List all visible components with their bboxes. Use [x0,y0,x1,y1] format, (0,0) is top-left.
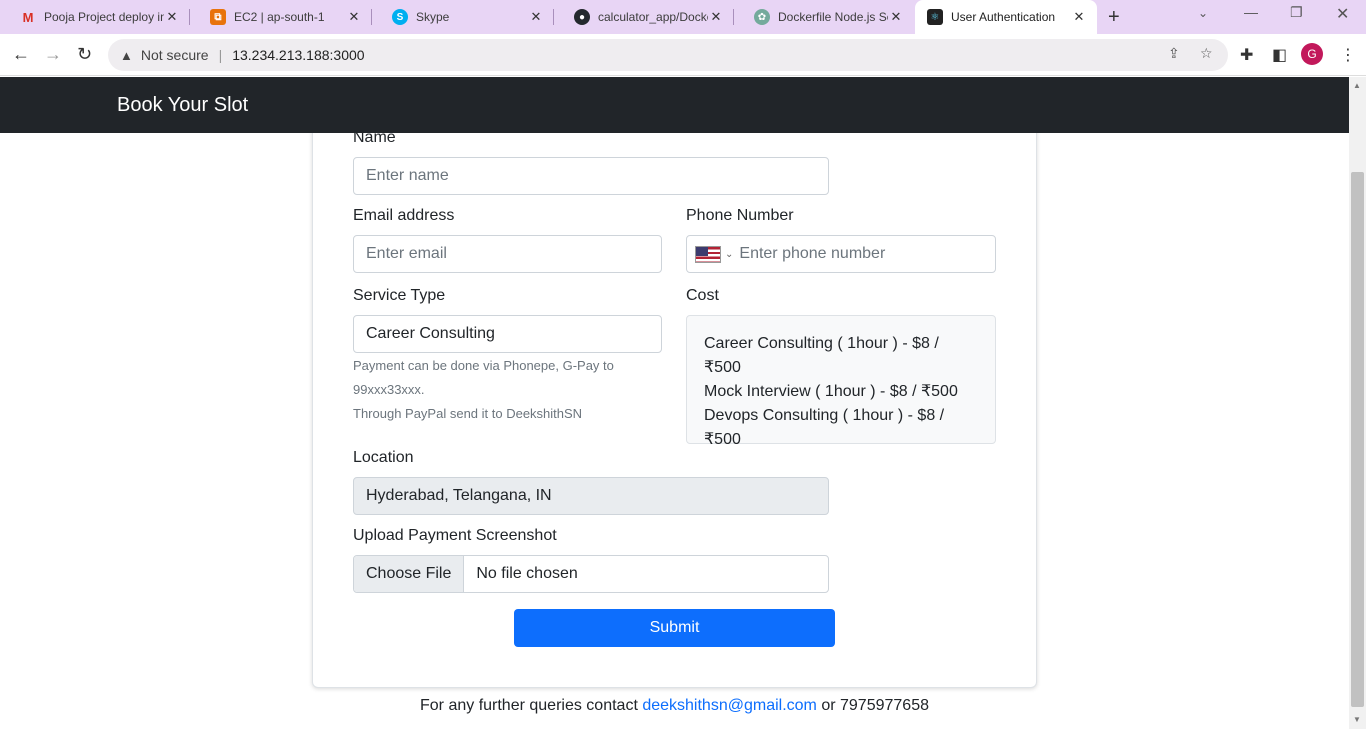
scrollbar-thumb[interactable] [1351,172,1364,707]
tab-title: calculator_app/Docker [598,10,708,24]
scroll-up-icon[interactable]: ▲ [1353,81,1361,90]
browser-tab-strip: M Pooja Project deploy in ✕ ⧉ EC2 | ap-s… [0,0,1366,34]
tab-title: User Authentication [951,10,1056,24]
close-tab-icon[interactable]: ✕ [346,9,362,25]
cost-line: Career Consulting ( 1hour ) - $8 / ₹500 [704,335,939,376]
new-tab-icon[interactable]: + [1108,6,1120,29]
browser-tab[interactable]: ✿ Dockerfile Node.js Set ✕ [734,0,914,34]
github-icon: ● [574,9,590,25]
upload-label: Upload Payment Screenshot [353,527,557,544]
payment-help-line: Through PayPal send it to DeekshithSN [353,406,583,421]
cost-info-box: Career Consulting ( 1hour ) - $8 / ₹500 … [686,315,996,448]
us-flag-icon[interactable] [695,245,721,263]
skype-icon: S [392,9,408,25]
phone-label: Phone Number [686,207,794,224]
navbar: Book Your Slot [0,77,1349,133]
name-input[interactable]: Enter name [353,157,829,195]
name-placeholder: Enter name [366,167,449,184]
location-value: Hyderabad, Telangana, IN [366,487,552,504]
name-label: Name [353,129,396,146]
warning-icon[interactable]: ▲ [120,48,133,63]
bookmark-star-icon[interactable]: ☆ [1200,45,1213,62]
footer-contact: For any further queries contact deekshit… [0,697,1349,715]
phone-input[interactable]: ⌄ Enter phone number [686,235,996,273]
close-tab-icon[interactable]: ✕ [1071,9,1087,25]
tab-title: Pooja Project deploy in [44,10,164,24]
service-type-value: Career Consulting [366,325,495,342]
chatgpt-icon: ✿ [754,9,770,25]
security-status[interactable]: Not secure [141,47,209,63]
payment-help-line: 99xxx33xxx. [353,382,425,397]
browser-tab[interactable]: M Pooja Project deploy in ✕ [0,0,190,34]
scroll-down-icon[interactable]: ▼ [1353,715,1361,724]
gmail-icon: M [22,9,34,25]
share-icon[interactable]: ⇪ [1168,45,1180,62]
profile-avatar[interactable]: G [1301,43,1323,65]
service-type-label: Service Type [353,287,446,304]
service-type-select[interactable]: Career Consulting [353,315,662,353]
browser-tab[interactable]: S Skype ✕ [372,0,554,34]
tab-title: Skype [416,10,450,24]
close-tab-icon[interactable]: ✕ [888,9,904,25]
email-label: Email address [353,207,455,224]
cost-line: Devops Consulting ( 1hour ) - $8 / [704,407,945,424]
navbar-brand[interactable]: Book Your Slot [117,94,248,117]
payment-help-line: Payment can be done via Phonepe, G-Pay t… [353,358,614,373]
forward-icon[interactable]: → [44,44,62,65]
close-tab-icon[interactable]: ✕ [708,9,724,25]
cost-line: Mock Interview ( 1hour ) - $8 / ₹500 [704,383,958,400]
location-label: Location [353,449,414,466]
close-tab-icon[interactable]: ✕ [164,9,180,25]
location-input: Hyderabad, Telangana, IN [353,477,829,515]
menu-icon[interactable]: ⋮ [1340,45,1356,65]
cost-label: Cost [686,287,719,304]
reload-icon[interactable]: ↻ [77,44,92,65]
page-scrollbar[interactable]: ▲ ▼ [1349,77,1366,729]
close-tab-icon[interactable]: ✕ [528,9,544,25]
close-window-icon[interactable]: ✕ [1336,4,1349,24]
extensions-icon[interactable]: ✚ [1240,45,1253,65]
tab-title: Dockerfile Node.js Set [778,10,888,24]
browser-tab[interactable]: ● calculator_app/Docker ✕ [554,0,734,34]
footer-prefix: For any further queries contact [420,697,643,714]
contact-phone: 7975977658 [840,697,929,714]
cost-line: ₹500 [704,431,741,448]
restore-icon[interactable]: ❐ [1290,4,1303,21]
country-dropdown-chevron-icon[interactable]: ⌄ [725,249,733,260]
submit-button[interactable]: Submit [514,609,835,647]
choose-file-button[interactable]: Choose File [354,556,465,592]
minimize-icon[interactable]: — [1244,4,1258,20]
file-status-text: No file chosen [476,565,578,582]
footer-middle: or [816,697,840,714]
react-icon: ⚛ [927,9,943,25]
tab-search-icon[interactable]: ⌄ [1198,6,1208,20]
aws-icon: ⧉ [210,9,226,25]
url-text[interactable]: 13.234.213.188:3000 [232,47,364,63]
back-icon[interactable]: ← [12,44,30,65]
side-panel-icon[interactable]: ◧ [1272,45,1287,65]
browser-tab[interactable]: ⧉ EC2 | ap-south-1 ✕ [190,0,372,34]
email-input[interactable]: Enter email [353,235,662,273]
tab-title: EC2 | ap-south-1 [234,10,325,24]
browser-tab-active[interactable]: ⚛ User Authentication ✕ [915,0,1097,34]
contact-email-link[interactable]: deekshithsn@gmail.com [642,697,817,714]
address-bar[interactable]: ▲ Not secure | 13.234.213.188:3000 ⇪ ☆ [108,39,1228,71]
phone-placeholder: Enter phone number [739,245,886,262]
browser-toolbar: ← → ↻ ▲ Not secure | 13.234.213.188:3000… [0,34,1366,76]
page-viewport: Book Your Slot Name Enter name Email add… [0,77,1349,729]
payment-help-text: Payment can be done via Phonepe, G-Pay t… [353,354,614,426]
email-placeholder: Enter email [366,245,447,262]
payment-screenshot-file-input[interactable]: Choose File No file chosen [353,555,829,593]
